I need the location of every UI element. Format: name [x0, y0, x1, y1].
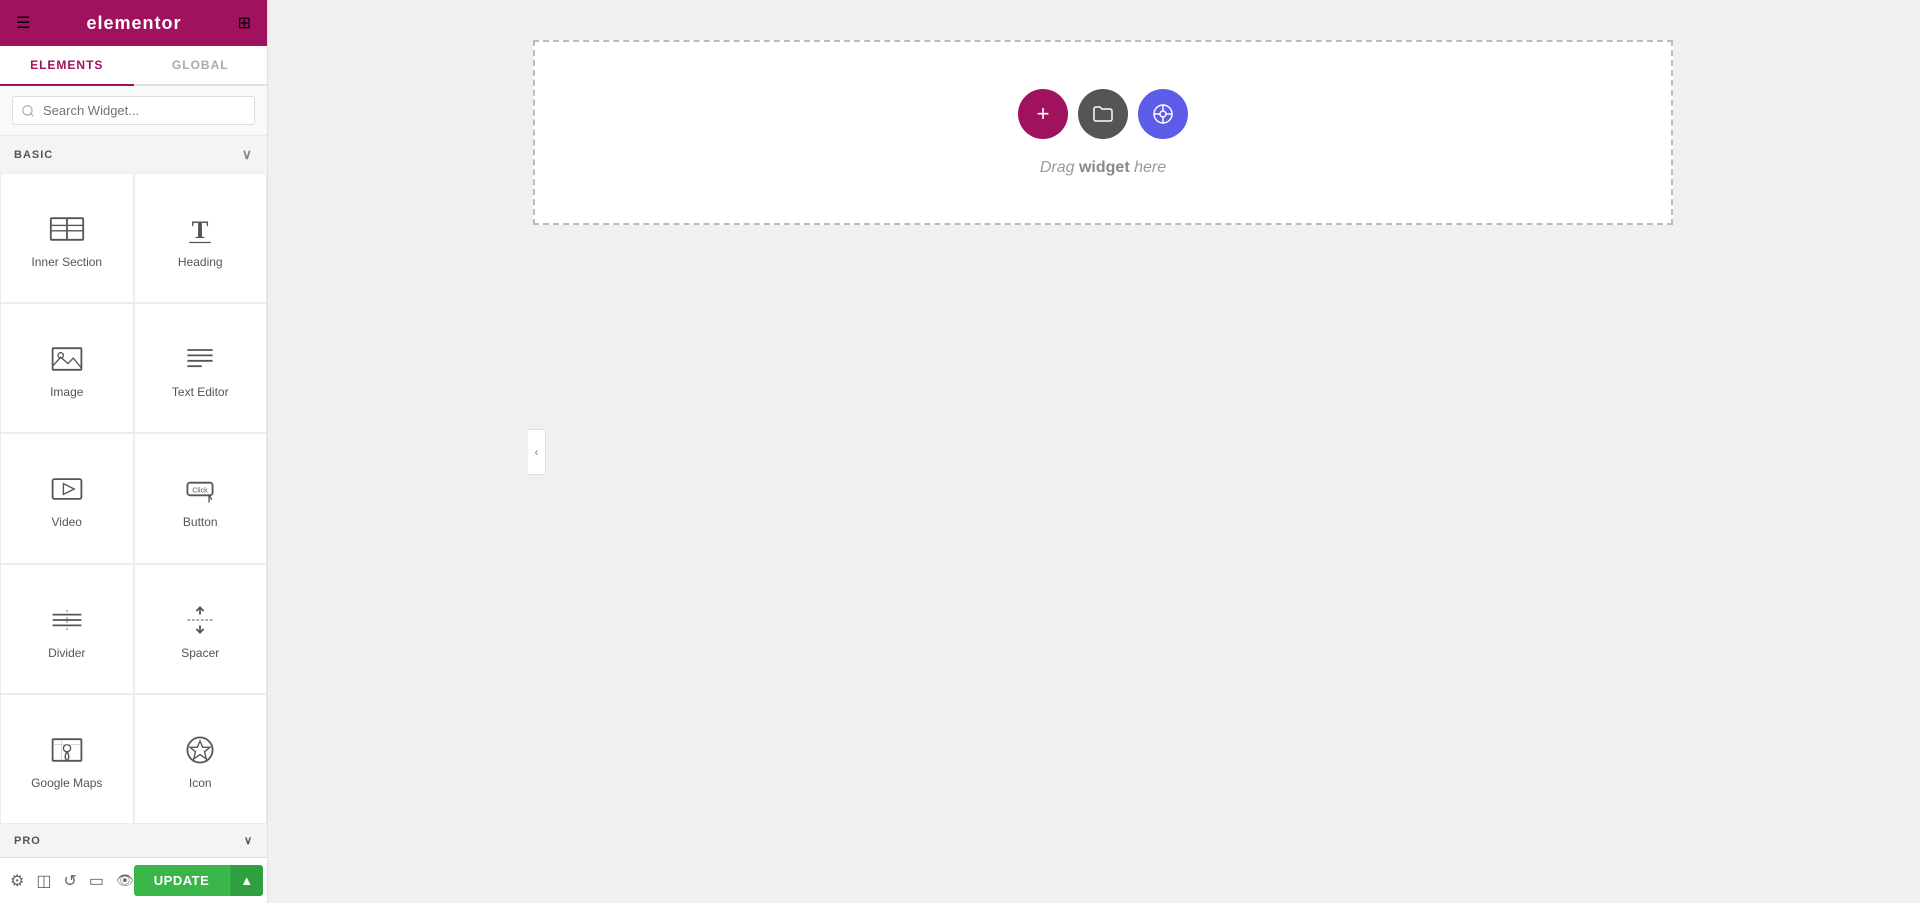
icon-widget-icon — [182, 732, 218, 768]
hamburger-icon[interactable]: ☰ — [16, 13, 30, 33]
heading-icon: T — [182, 211, 218, 247]
widget-inner-section-label: Inner Section — [31, 255, 102, 269]
canvas-inner: + Drag — [533, 40, 1673, 225]
pro-section-label: PRO — [14, 835, 41, 847]
svg-text:Click: Click — [192, 486, 208, 495]
basic-section-label: BASIC — [14, 149, 53, 161]
basic-section-chevron: ∨ — [242, 146, 253, 163]
grid-icon[interactable]: ⊞ — [238, 13, 251, 33]
preview-icon[interactable]: 👁 — [116, 872, 134, 889]
template-icon — [1151, 102, 1175, 126]
widget-button[interactable]: Click Button — [134, 433, 268, 563]
sidebar: ☰ elementor ⊞ ELEMENTS GLOBAL BASIC ∨ In… — [0, 0, 268, 903]
tabs: ELEMENTS GLOBAL — [0, 46, 267, 86]
search-input[interactable] — [12, 96, 255, 125]
update-arrow-button[interactable]: ▲ — [229, 865, 263, 896]
svg-text:T: T — [192, 217, 209, 244]
settings-icon[interactable]: ⚙ — [10, 871, 24, 891]
tab-global[interactable]: GLOBAL — [134, 46, 268, 84]
widget-google-maps-label: Google Maps — [31, 776, 102, 790]
widget-inner-section[interactable]: Inner Section — [0, 173, 134, 303]
pro-section-header[interactable]: PRO ∨ — [0, 824, 267, 857]
drop-zone-label-bold: widget — [1079, 159, 1130, 176]
divider-icon — [49, 602, 85, 638]
templates-button[interactable] — [1078, 89, 1128, 139]
widget-spacer[interactable]: Spacer — [134, 564, 268, 694]
add-element-button[interactable]: + — [1018, 89, 1068, 139]
layers-icon[interactable]: ◫ — [36, 871, 51, 891]
widget-spacer-label: Spacer — [181, 646, 219, 660]
bottom-toolbar: ⚙ ◫ ↺ ▭ 👁 UPDATE ▲ — [0, 857, 267, 903]
widget-divider-label: Divider — [48, 646, 85, 660]
drop-zone: + Drag — [533, 40, 1673, 225]
widget-button-label: Button — [183, 515, 218, 529]
widget-icon[interactable]: Icon — [134, 694, 268, 824]
toolbar-icons: ⚙ ◫ ↺ ▭ 👁 — [10, 871, 134, 891]
widget-video-label: Video — [52, 515, 82, 529]
drop-zone-buttons: + — [1018, 89, 1188, 139]
drop-zone-label: Drag widget here — [1040, 159, 1166, 177]
spacer-icon — [182, 602, 218, 638]
inner-section-icon — [49, 211, 85, 247]
widget-text-editor-label: Text Editor — [172, 385, 229, 399]
folder-icon — [1091, 102, 1115, 126]
widget-image-label: Image — [50, 385, 83, 399]
widget-divider[interactable]: Divider — [0, 564, 134, 694]
history-icon[interactable]: ↺ — [63, 871, 76, 891]
pro-section-chevron: ∨ — [244, 834, 253, 847]
button-icon: Click — [182, 471, 218, 507]
widget-google-maps[interactable]: Google Maps — [0, 694, 134, 824]
search-container — [0, 86, 267, 136]
widget-video[interactable]: Video — [0, 433, 134, 563]
collapse-handle[interactable]: ‹ — [528, 429, 546, 475]
update-btn-group: UPDATE ▲ — [134, 865, 263, 896]
responsive-icon[interactable]: ▭ — [89, 871, 104, 891]
elementor-logo: elementor — [86, 13, 181, 34]
update-button[interactable]: UPDATE — [134, 865, 229, 896]
library-button[interactable] — [1138, 89, 1188, 139]
video-icon — [49, 471, 85, 507]
image-icon — [49, 341, 85, 377]
basic-section-header[interactable]: BASIC ∨ — [0, 136, 267, 173]
google-maps-icon — [49, 732, 85, 768]
widget-heading[interactable]: T Heading — [134, 173, 268, 303]
widget-text-editor[interactable]: Text Editor — [134, 303, 268, 433]
tab-elements[interactable]: ELEMENTS — [0, 46, 134, 86]
text-editor-icon — [182, 341, 218, 377]
widget-heading-label: Heading — [178, 255, 223, 269]
topbar: ☰ elementor ⊞ — [0, 0, 267, 46]
widget-icon-label: Icon — [189, 776, 212, 790]
widget-image[interactable]: Image — [0, 303, 134, 433]
widget-grid: Inner Section T Heading Image — [0, 173, 267, 824]
